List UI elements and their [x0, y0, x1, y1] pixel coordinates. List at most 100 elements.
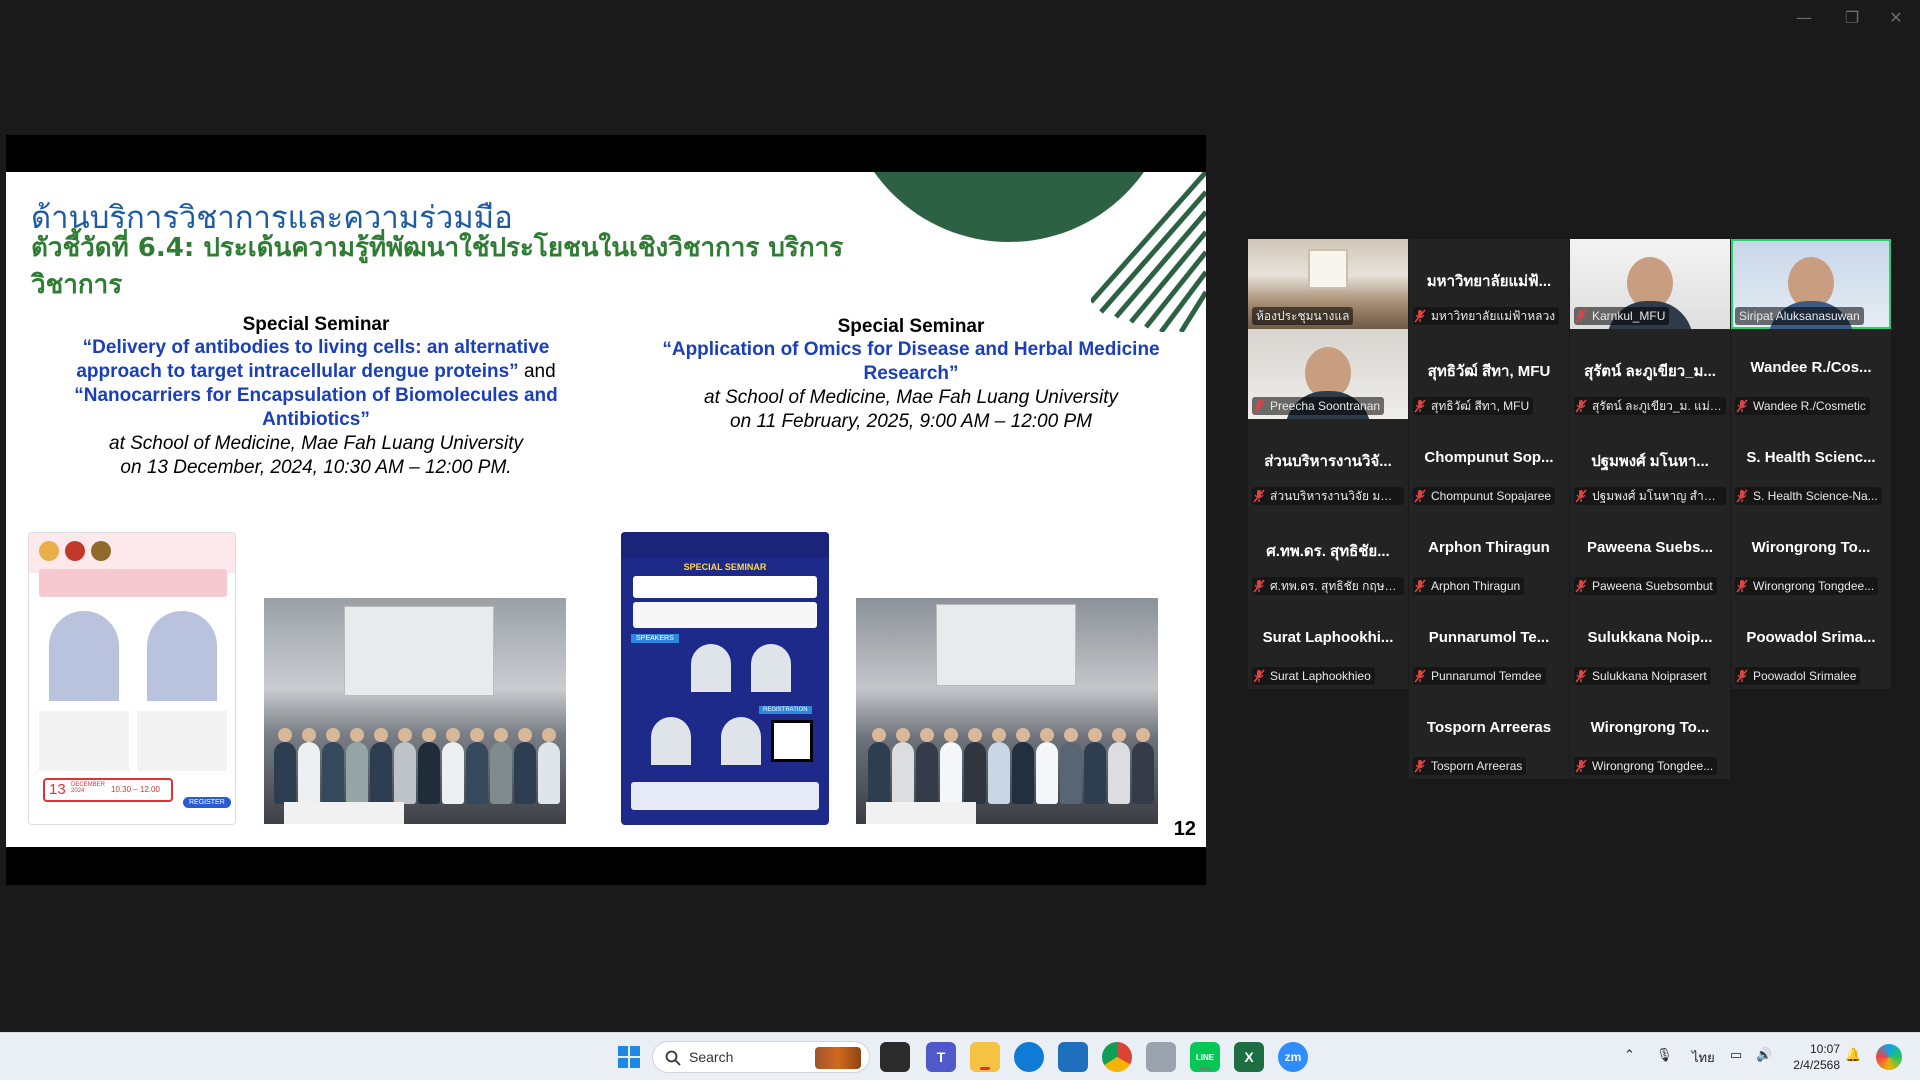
- taskbar-clock[interactable]: 10:07 2/4/2568: [1793, 1041, 1840, 1073]
- participant-name-large: Surat Laphookhi...: [1262, 629, 1394, 646]
- muted-mic-icon: [1253, 399, 1265, 413]
- muted-mic-icon: [1736, 579, 1748, 593]
- participant-name-label: สุทธิวัฒ์ สีทา, MFU: [1413, 397, 1534, 415]
- close-button[interactable]: ✕: [1876, 8, 1916, 27]
- poster-banner: SPECIAL SEMINAR: [683, 562, 767, 572]
- search-label: Search: [689, 1049, 734, 1065]
- participant-name-label: Preecha Soontranan: [1252, 397, 1385, 415]
- muted-mic-icon: [1736, 489, 1748, 503]
- participant-name-label: Siripat Aluksanasuwan: [1735, 307, 1864, 325]
- seminar-1-poster: 13 DECEMBER 2024 10.30 – 12.00 REGISTER: [28, 532, 236, 825]
- poster-title-box: [633, 576, 817, 598]
- muted-mic-icon: [1575, 759, 1587, 773]
- excel-icon[interactable]: X: [1234, 1042, 1264, 1072]
- chevron-up-icon[interactable]: ⌃: [1624, 1047, 1635, 1063]
- edge-icon[interactable]: [1014, 1042, 1044, 1072]
- start-button[interactable]: [614, 1042, 644, 1072]
- participant-name-label: Arphon Thiragun: [1413, 577, 1525, 595]
- participant-name-label: ปฐมพงศ์ มโนหาญ สำนัก...: [1574, 487, 1726, 505]
- poster-month: DECEMBER 2024: [71, 782, 106, 794]
- muted-mic-icon: [1736, 399, 1748, 413]
- task-view-icon[interactable]: [880, 1042, 910, 1072]
- file-explorer-icon[interactable]: [970, 1042, 1000, 1072]
- participant-tile[interactable]: ห้องประชุมนางแล: [1248, 239, 1408, 329]
- taskbar-search[interactable]: Search: [652, 1041, 870, 1073]
- muted-mic-icon: [1414, 489, 1426, 503]
- restore-button[interactable]: ❐: [1832, 8, 1872, 27]
- participant-tile[interactable]: Arphon Thiragun Arphon Thiragun: [1409, 509, 1569, 599]
- seminar-1-group-photo: [264, 598, 566, 824]
- participant-tile[interactable]: Preecha Soontranan: [1248, 329, 1408, 419]
- participant-name-large: S. Health Scienc...: [1746, 449, 1876, 466]
- participant-tile[interactable]: Surat Laphookhi... Surat Laphookhieo: [1248, 599, 1408, 689]
- logo-icon: [91, 541, 111, 561]
- line-label: LINE: [1195, 1052, 1215, 1062]
- seminar-1-title: “Delivery of antibodies to living cells:…: [46, 336, 586, 432]
- minimize-button[interactable]: —: [1784, 8, 1824, 27]
- participant-name-large: ปฐมพงศ์ มโนหา...: [1591, 453, 1709, 470]
- participant-tile[interactable]: Karnkul_MFU: [1570, 239, 1730, 329]
- participant-tile[interactable]: Sulukkana Noip... Sulukkana Noiprasert: [1570, 599, 1730, 689]
- poster-register-button: REGISTER: [183, 797, 231, 808]
- participant-tile[interactable]: Paweena Suebs... Paweena Suebsombut: [1570, 509, 1730, 599]
- room-window: [1308, 249, 1348, 289]
- participant-name-label: มหาวิทยาลัยแม่ฟ้าหลวง: [1413, 307, 1560, 325]
- seminar-2-date: on 11 February, 2025, 9:00 AM – 12:00 PM: [730, 411, 1092, 432]
- participant-tile[interactable]: Tosporn Arreeras Tosporn Arreeras: [1409, 689, 1569, 779]
- participant-tile[interactable]: ปฐมพงศ์ มโนหา... ปฐมพงศ์ มโนหาญ สำนัก...: [1570, 419, 1730, 509]
- participant-tile[interactable]: Chompunut Sop... Chompunut Sopajaree: [1409, 419, 1569, 509]
- qr-code-icon: [771, 720, 813, 762]
- poster-registration-tag: REGISTRATION: [759, 706, 812, 714]
- notification-bell-icon[interactable]: 🔔: [1845, 1047, 1861, 1063]
- participant-tile[interactable]: S. Health Scienc... S. Health Science-Na.…: [1731, 419, 1891, 509]
- participant-name-label: Karnkul_MFU: [1574, 307, 1670, 325]
- chrome-icon[interactable]: [1102, 1042, 1132, 1072]
- participant-tile[interactable]: Wirongrong To... Wirongrong Tongdee...: [1570, 689, 1730, 779]
- seminar-1-title-a: “Delivery of antibodies to living cells:…: [76, 337, 550, 382]
- teams-label: T: [936, 1049, 946, 1065]
- seminar-1-venue: at School of Medicine, Mae Fah Luang Uni…: [109, 433, 523, 454]
- participant-tile[interactable]: มหาวิทยาลัยแม่ฟ้... มหาวิทยาลัยแม่ฟ้าหลวง: [1409, 239, 1569, 329]
- participant-name-label: Wandee R./Cosmetic: [1735, 397, 1870, 415]
- participant-tile[interactable]: สุรัตน์ ละภูเขียว_ม... สุรัตน์ ละภูเขียว_…: [1570, 329, 1730, 419]
- store-icon[interactable]: [1058, 1042, 1088, 1072]
- presentation-slide: ด้านบริการวิชาการและความร่วมมือ ตัวชี้วั…: [6, 172, 1206, 847]
- copilot-icon[interactable]: [1876, 1044, 1902, 1070]
- poster-time: 10.30 – 12.00: [111, 785, 160, 794]
- speaker-photo: [651, 717, 691, 765]
- participant-tile[interactable]: ศ.ทพ.ดร. สุทธิชัย... ศ.ทพ.ดร. สุทธิชัย กฤ…: [1248, 509, 1408, 599]
- slide-page-number: 12: [1173, 818, 1196, 840]
- participant-name-large: ส่วนบริหารงานวิจั...: [1264, 453, 1392, 470]
- seminar-1-date: on 13 December, 2024, 10:30 AM – 12:00 P…: [120, 457, 512, 478]
- zoom-icon[interactable]: zm: [1278, 1042, 1308, 1072]
- network-icon[interactable]: ▭: [1730, 1047, 1742, 1063]
- teams-icon[interactable]: T: [926, 1042, 956, 1072]
- participant-tile[interactable]: Siripat Aluksanasuwan: [1731, 239, 1891, 329]
- line-icon[interactable]: LINE: [1190, 1042, 1220, 1072]
- muted-mic-icon: [1253, 489, 1265, 503]
- participant-tile[interactable]: Wandee R./Cos... Wandee R./Cosmetic: [1731, 329, 1891, 419]
- participant-name-label: สุรัตน์ ละภูเขียว_ม. แม่ฟ้า...: [1574, 397, 1726, 415]
- muted-mic-icon: [1414, 759, 1426, 773]
- poster-header: [29, 533, 235, 573]
- participant-name-large: ศ.ทพ.ดร. สุทธิชัย...: [1266, 543, 1390, 560]
- participant-tile[interactable]: ส่วนบริหารงานวิจั... ส่วนบริหารงานวิจัย ม…: [1248, 419, 1408, 509]
- participant-name-large: มหาวิทยาลัยแม่ฟ้...: [1426, 273, 1552, 290]
- microphone-icon[interactable]: 🎙: [1656, 1047, 1673, 1063]
- participant-tile[interactable]: Wirongrong To... Wirongrong Tongdee...: [1731, 509, 1891, 599]
- language-indicator[interactable]: ไทย: [1692, 1047, 1715, 1068]
- clock-date: 2/4/2568: [1793, 1058, 1840, 1072]
- participant-tile[interactable]: สุทธิวัฒ์ สีทา, MFU สุทธิวัฒ์ สีทา, MFU: [1409, 329, 1569, 419]
- volume-icon[interactable]: 🔊: [1756, 1047, 1772, 1063]
- search-icon: [665, 1050, 681, 1066]
- clock-time: 10:07: [1809, 1042, 1840, 1056]
- muted-mic-icon: [1575, 399, 1587, 413]
- participant-tile[interactable]: Poowadol Srima... Poowadol Srimalee: [1731, 599, 1891, 689]
- slide-subheading: ตัวชี้วัดที่ 6.4: ประเด้นความรู้ที่พัฒนา…: [31, 233, 844, 300]
- seminar-1-block: Special Seminar “Delivery of antibodies …: [46, 314, 586, 480]
- photos-icon[interactable]: [1146, 1042, 1176, 1072]
- participant-tile[interactable]: Punnarumol Te... Punnarumol Temdee: [1409, 599, 1569, 689]
- seminar-2-venue: at School of Medicine, Mae Fah Luang Uni…: [704, 387, 1118, 408]
- poster-header: [621, 532, 829, 558]
- poster-date-box: [633, 602, 817, 628]
